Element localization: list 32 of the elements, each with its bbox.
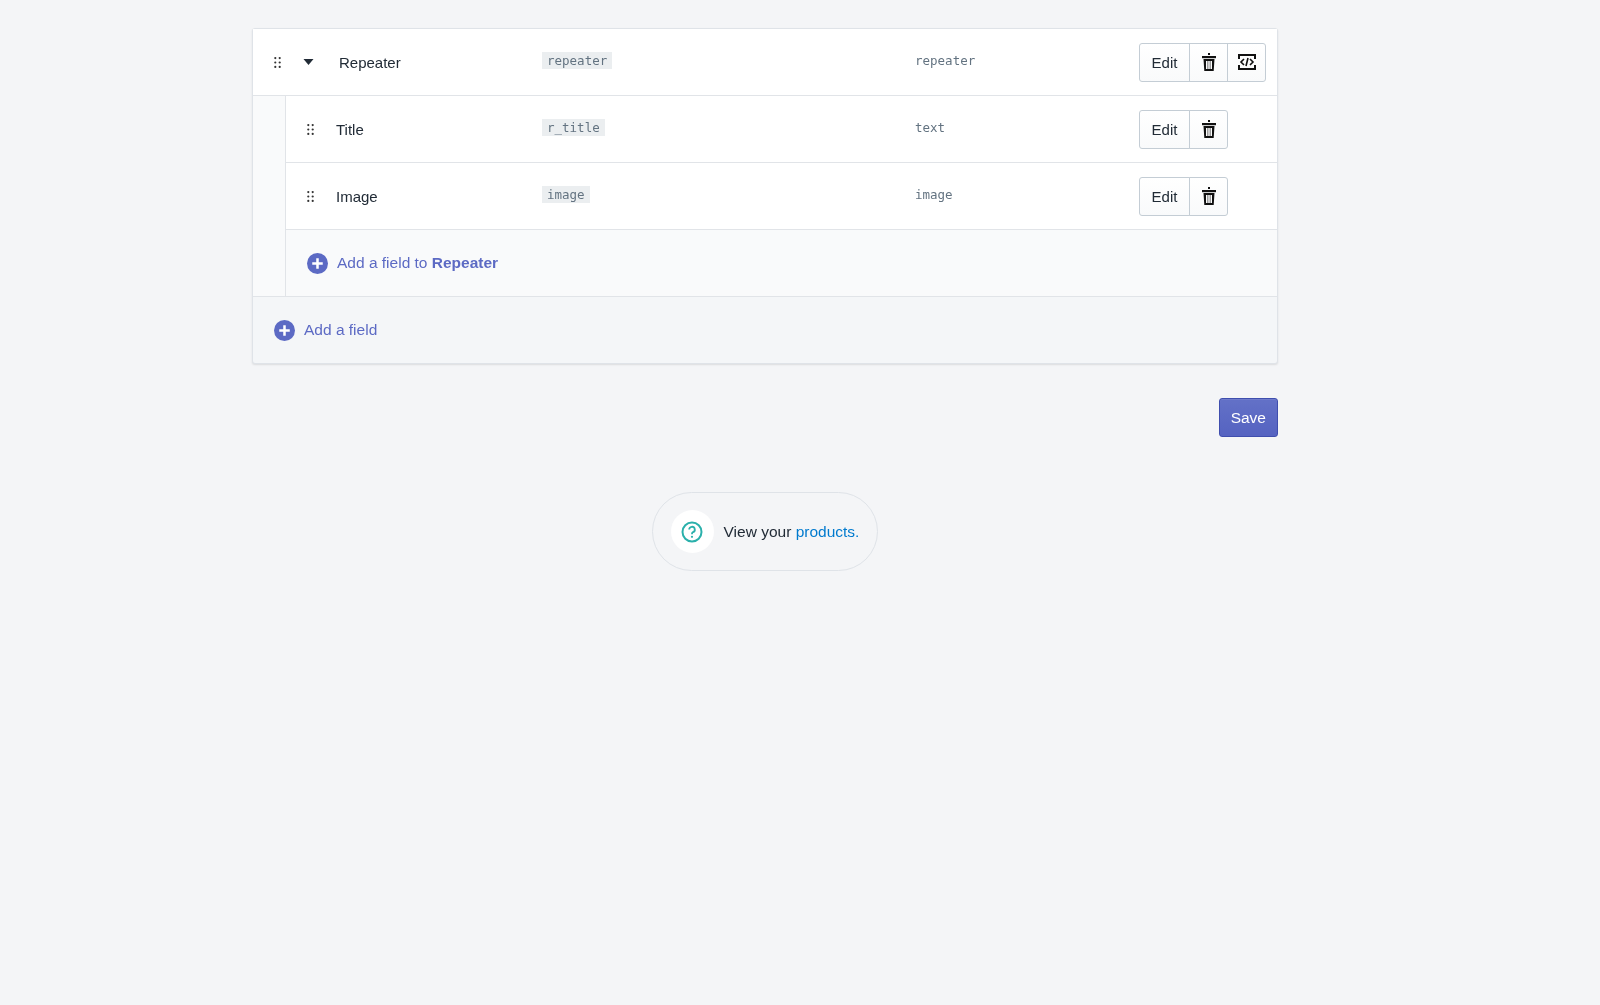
trash-icon bbox=[1200, 53, 1217, 71]
help-text: View your products. bbox=[723, 522, 860, 541]
field-type: repeater bbox=[915, 53, 976, 68]
field-type: text bbox=[915, 120, 946, 135]
field-label: Title bbox=[336, 120, 364, 138]
plus-circle-icon bbox=[274, 319, 295, 341]
edit-button[interactable]: Edit bbox=[1139, 42, 1190, 82]
field-key: repeater bbox=[542, 52, 613, 69]
trash-icon bbox=[1200, 187, 1217, 205]
caret-icon[interactable] bbox=[303, 59, 314, 65]
field-label: Image bbox=[336, 187, 378, 205]
help-icon bbox=[681, 520, 704, 543]
save-button[interactable]: Save bbox=[1218, 398, 1278, 437]
field-key: r_title bbox=[542, 119, 605, 136]
products-link[interactable]: products. bbox=[795, 522, 860, 540]
edit-button[interactable]: Edit bbox=[1139, 176, 1190, 216]
delete-button[interactable] bbox=[1189, 109, 1228, 149]
edit-button[interactable]: Edit bbox=[1139, 109, 1190, 149]
delete-button[interactable] bbox=[1189, 42, 1228, 82]
code-button[interactable] bbox=[1227, 42, 1266, 82]
delete-button[interactable] bbox=[1189, 176, 1228, 216]
drag-handle-icon[interactable] bbox=[307, 190, 314, 202]
drag-handle-icon[interactable] bbox=[307, 123, 314, 135]
code-icon bbox=[1237, 54, 1256, 70]
field-type: image bbox=[915, 187, 953, 202]
trash-icon bbox=[1200, 120, 1217, 138]
drag-handle-icon[interactable] bbox=[274, 56, 281, 68]
add-field-link[interactable]: Add a field to Repeater bbox=[307, 252, 499, 274]
plus-circle-icon bbox=[307, 252, 328, 274]
field-key: image bbox=[542, 186, 590, 203]
add-field-link[interactable]: Add a field bbox=[274, 319, 378, 341]
field-label: Repeater bbox=[339, 53, 401, 71]
